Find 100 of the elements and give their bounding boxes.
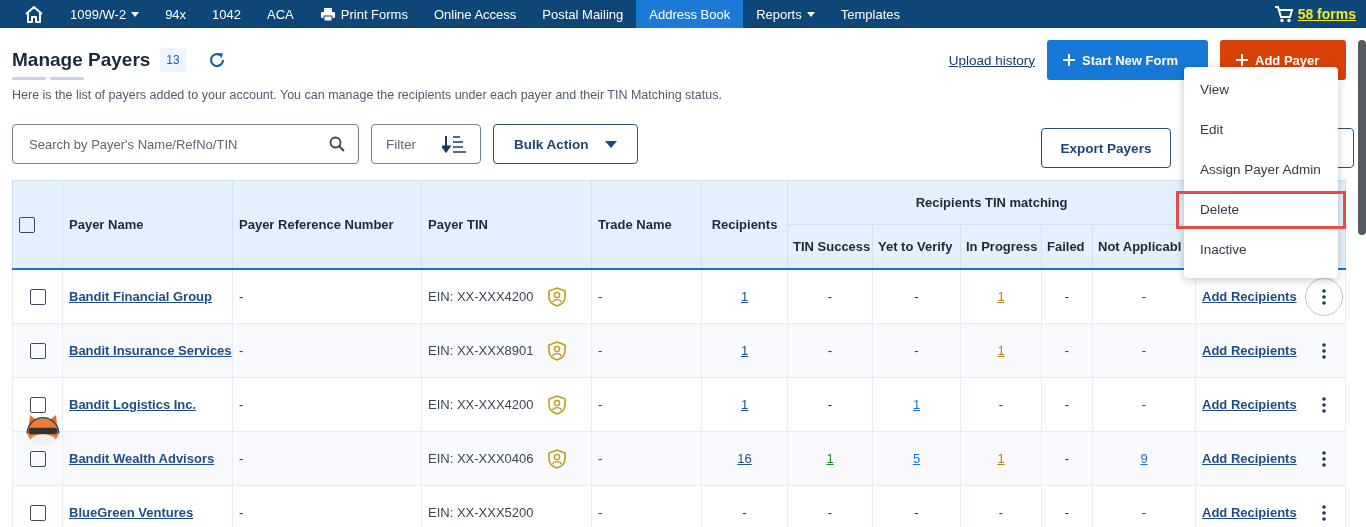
nav-tab[interactable]: Address Book (636, 0, 744, 28)
count-link[interactable]: 1 (740, 343, 749, 358)
count-link[interactable]: 1 (912, 397, 921, 412)
caret-icon (605, 140, 617, 148)
table-cell: - (1141, 397, 1147, 412)
table-cell: EIN: XX-XXX4200 (428, 289, 534, 304)
table-cell: - (914, 343, 919, 358)
table-cell: - (998, 397, 1004, 412)
count-link[interactable]: 1 (740, 397, 749, 412)
more-options-button[interactable] (1305, 277, 1343, 316)
table-cell: - (1064, 397, 1070, 412)
search-field[interactable]: Search by Payer's Name/RefNo/TIN (12, 124, 359, 164)
table-cell: - (1064, 343, 1070, 358)
column-header: Payer Reference Number (239, 217, 394, 232)
checkbox[interactable] (29, 450, 46, 467)
table-cell: - (1064, 451, 1070, 466)
count-link[interactable]: 9 (1140, 451, 1148, 466)
kebab-icon (1322, 396, 1326, 413)
checkbox[interactable] (29, 288, 46, 305)
sort-icon (442, 135, 466, 153)
table-cell: - (1141, 505, 1147, 520)
count-link[interactable]: 1 (740, 289, 749, 304)
column-header: Recipients (711, 217, 778, 232)
cart-icon (1273, 5, 1294, 23)
search-icon (329, 136, 345, 152)
placeholder-bar (12, 77, 46, 80)
column-header: Yet to Verify (878, 239, 953, 254)
nav-tab[interactable]: 1099/W-2 (57, 0, 153, 28)
table-cell: - (239, 451, 244, 466)
column-header: Failed (1047, 239, 1085, 254)
table-cell: - (239, 397, 244, 412)
nav-tab[interactable]: 94x (152, 0, 200, 28)
count-link[interactable]: 1 (997, 289, 1005, 304)
table-cell: - (827, 343, 833, 358)
column-header: Recipients TIN matching (915, 195, 1068, 210)
table-cell: - (914, 289, 919, 304)
nav-tab[interactable]: ACA (254, 0, 307, 28)
table-cell: - (598, 289, 603, 304)
table-cell: - (1064, 505, 1070, 520)
nav-tab[interactable]: Reports (743, 0, 828, 28)
add-recipients-link[interactable]: Add Recipients (1202, 451, 1297, 466)
plus-icon (1063, 54, 1075, 66)
count-link[interactable]: 1 (826, 451, 834, 466)
table-cell: - (914, 505, 919, 520)
kebab-icon (1322, 342, 1326, 359)
home-icon (23, 4, 45, 24)
table-cell: - (598, 451, 603, 466)
column-header: In Progress (966, 239, 1038, 254)
nav-tab[interactable]: Postal Mailing (529, 0, 637, 28)
table-cell: - (598, 397, 603, 412)
page-title: Manage Payers (12, 49, 151, 71)
nav-tab[interactable]: 1042 (199, 0, 255, 28)
column-header: Not Applicabl (1098, 239, 1182, 254)
refresh-icon (207, 51, 226, 69)
checkbox[interactable] (19, 216, 35, 233)
table-cell: - (598, 505, 603, 520)
menu-item[interactable]: Assign Payer Admin (1184, 150, 1338, 190)
nav-tab[interactable]: Online Access (420, 0, 530, 28)
kebab-icon (1322, 504, 1326, 521)
table-cell: - (1141, 343, 1147, 358)
placeholder-bar (50, 77, 84, 80)
kebab-icon (1322, 450, 1326, 467)
count-link[interactable]: 5 (912, 451, 921, 466)
table-cell: - (239, 343, 244, 358)
checkbox[interactable] (29, 396, 46, 413)
nav-tab[interactable]: Print Forms (306, 0, 421, 28)
kebab-icon (1322, 288, 1326, 305)
count-link[interactable]: 16 (737, 451, 752, 466)
cart-link[interactable]: 58 forms (1297, 6, 1356, 22)
add-recipients-link[interactable]: Add Recipients (1202, 343, 1297, 358)
table-cell: - (239, 289, 244, 304)
add-recipients-link[interactable]: Add Recipients (1202, 397, 1297, 412)
bulk-action-dropdown[interactable]: Bulk Action (493, 124, 638, 164)
nav-tab[interactable]: Templates (827, 0, 913, 28)
printer-icon (319, 7, 336, 21)
table-cell: EIN: XX-XXX0406 (428, 451, 534, 466)
table-cell: - (742, 505, 747, 520)
table-cell: - (827, 289, 833, 304)
table-cell: - (998, 505, 1004, 520)
checkbox[interactable] (29, 504, 46, 521)
checkbox[interactable] (29, 342, 46, 359)
count-badge: 13 (160, 48, 186, 72)
add-recipients-link[interactable]: Add Recipients (1202, 289, 1297, 304)
table-cell: - (827, 505, 833, 520)
table-cell: - (1141, 289, 1147, 304)
upload-history-link[interactable]: Upload history (948, 52, 1035, 68)
table-cell: - (239, 505, 244, 520)
scrollbar-thumb[interactable] (1358, 40, 1366, 235)
menu-item[interactable]: Edit (1184, 110, 1338, 150)
column-header: TIN Success (793, 239, 871, 254)
menu-item[interactable]: Delete (1176, 191, 1346, 229)
table-cell: - (598, 343, 603, 358)
table-cell: EIN: XX-XXX5200 (428, 505, 534, 520)
export-payers-button[interactable]: Export Payers (1041, 128, 1171, 168)
column-header: Payer Name (69, 217, 144, 232)
table-cell: - (827, 397, 833, 412)
filter-button[interactable]: Filter (371, 124, 481, 164)
menu-item[interactable]: Inactive (1184, 230, 1338, 270)
start-new-form-button[interactable]: Start New Form (1047, 40, 1208, 80)
table-cell: EIN: XX-XXX4200 (428, 397, 534, 412)
